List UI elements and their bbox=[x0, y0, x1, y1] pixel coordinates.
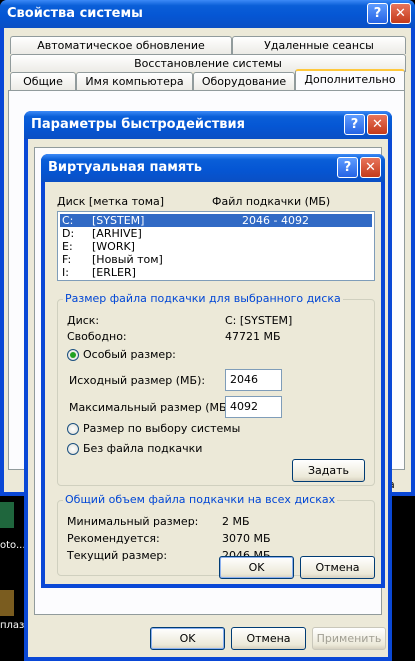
window-title[interactable]: Свойства системы bbox=[0, 0, 415, 28]
group-title: Общий объем файла подкачки на всех диска… bbox=[63, 493, 338, 506]
free-label: Свободно: bbox=[67, 330, 127, 343]
cancel-button[interactable]: Отмена bbox=[300, 556, 375, 579]
initial-size-input[interactable]: 2046 bbox=[225, 369, 282, 391]
help-button[interactable]: ? bbox=[337, 157, 358, 178]
disk-label: Диск: bbox=[67, 314, 100, 327]
cancel-button[interactable]: Отмена bbox=[231, 627, 306, 650]
tab-computer-name[interactable]: Имя компьютера bbox=[76, 72, 193, 90]
drive-row[interactable]: C: [SYSTEM] 2046 - 4092 bbox=[60, 214, 372, 227]
current-size-label: Текущий размер: bbox=[67, 549, 168, 562]
desktop-label[interactable]: плаз bbox=[0, 620, 24, 631]
drive-letter: C: bbox=[62, 214, 74, 227]
pagefile-column-header: Файл подкачки (МБ) bbox=[212, 195, 331, 208]
drive-row[interactable]: F: [Новый том] bbox=[60, 253, 372, 266]
group-title: Размер файла подкачки для выбранного дис… bbox=[63, 292, 343, 305]
selected-drive-group bbox=[57, 299, 375, 486]
no-pagefile-radio[interactable] bbox=[67, 443, 79, 455]
drive-label: [Новый том] bbox=[92, 253, 163, 266]
tab-auto-update[interactable]: Автоматическое обновление bbox=[10, 36, 232, 54]
drive-label: [ARHIVE] bbox=[92, 227, 142, 240]
system-size-label[interactable]: Размер по выбору системы bbox=[83, 422, 240, 435]
max-size-input[interactable]: 4092 bbox=[225, 396, 282, 418]
set-button[interactable]: Задать bbox=[292, 459, 365, 482]
ok-button[interactable]: OK bbox=[219, 556, 294, 579]
custom-size-radio[interactable] bbox=[67, 349, 79, 361]
window-title[interactable]: Виртуальная память bbox=[41, 154, 385, 182]
drive-size: 2046 - 4092 bbox=[242, 214, 309, 227]
drive-label: [WORK] bbox=[92, 240, 135, 253]
desktop-label[interactable]: oto... bbox=[0, 540, 26, 551]
min-size-value: 2 МБ bbox=[222, 515, 250, 528]
ok-button[interactable]: OK bbox=[150, 627, 225, 650]
recommended-value: 3070 МБ bbox=[222, 532, 271, 545]
drive-letter: D: bbox=[62, 227, 75, 240]
close-button[interactable]: ✕ bbox=[360, 157, 381, 178]
recommended-label: Рекомендуется: bbox=[67, 532, 160, 545]
tab-advanced[interactable]: Дополнительно bbox=[295, 69, 405, 90]
tab-general[interactable]: Общие bbox=[10, 72, 76, 90]
drive-label: [ERLER] bbox=[92, 266, 136, 279]
min-size-label: Минимальный размер: bbox=[67, 515, 199, 528]
window-client: Диск [метка тома] Файл подкачки (МБ) C: … bbox=[45, 182, 381, 584]
help-button[interactable]: ? bbox=[344, 114, 365, 135]
tab-hardware[interactable]: Оборудование bbox=[193, 72, 295, 90]
drive-label: [SYSTEM] bbox=[92, 214, 145, 227]
close-button[interactable]: ✕ bbox=[390, 3, 411, 24]
drive-letter: F: bbox=[62, 253, 72, 266]
desktop-icon[interactable] bbox=[0, 502, 14, 528]
window-title[interactable]: Параметры быстродействия bbox=[24, 111, 392, 139]
tab-remote[interactable]: Удаленные сеансы bbox=[232, 36, 406, 54]
drive-row[interactable]: D: [ARHIVE] bbox=[60, 227, 372, 240]
drive-row[interactable]: E: [WORK] bbox=[60, 240, 372, 253]
initial-size-label: Исходный размер (МБ): bbox=[69, 374, 206, 387]
custom-size-label[interactable]: Особый размер: bbox=[83, 348, 176, 361]
drive-letter: E: bbox=[62, 240, 73, 253]
drive-row[interactable]: I: [ERLER] bbox=[60, 266, 372, 279]
virtual-memory-window: Виртуальная память ? ✕ Диск [метка тома]… bbox=[41, 154, 385, 588]
no-pagefile-label[interactable]: Без файла подкачки bbox=[83, 442, 202, 455]
help-button[interactable]: ? bbox=[367, 3, 388, 24]
system-size-radio[interactable] bbox=[67, 423, 79, 435]
close-button[interactable]: ✕ bbox=[367, 114, 388, 135]
disk-value: C: [SYSTEM] bbox=[225, 314, 293, 327]
drive-column-header: Диск [метка тома] bbox=[57, 195, 165, 208]
max-size-label: Максимальный размер (МБ): bbox=[69, 401, 235, 414]
apply-button[interactable]: Применить bbox=[312, 627, 386, 650]
drive-list[interactable]: C: [SYSTEM] 2046 - 4092 D: [ARHIVE] E: [… bbox=[57, 211, 375, 281]
drive-letter: I: bbox=[62, 266, 69, 279]
free-value: 47721 МБ bbox=[225, 330, 281, 343]
desktop-icon[interactable] bbox=[0, 590, 14, 616]
